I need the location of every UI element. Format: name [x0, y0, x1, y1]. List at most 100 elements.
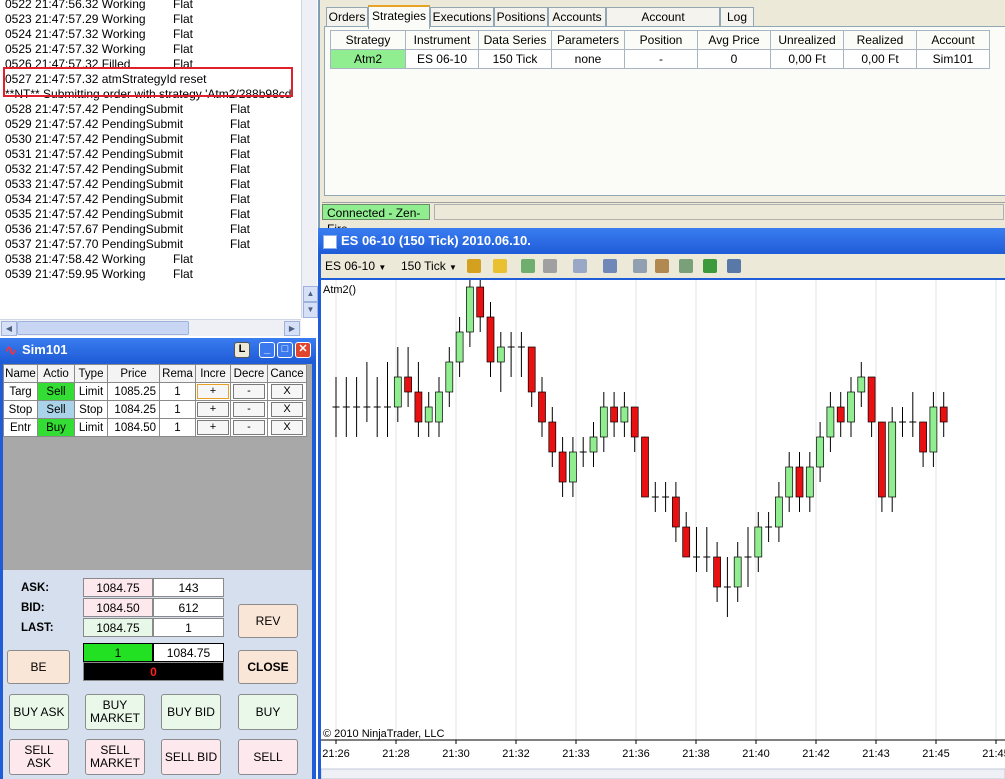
reverse-button[interactable]: REV [238, 604, 298, 638]
chart-title-bar[interactable]: ES 06-10 (150 Tick) 2010.06.10. [318, 228, 1005, 254]
scroll-right-icon[interactable]: ▶ [284, 321, 300, 336]
table-row[interactable]: Stop Sell Stop 1084.25 1 + - X [3, 400, 307, 419]
tab-log[interactable]: Log [720, 7, 754, 27]
zoom-in-icon[interactable] [521, 259, 535, 273]
col-remaining[interactable]: Rema [159, 364, 196, 383]
strategies-icon[interactable] [679, 259, 693, 273]
buy-ask-button[interactable]: BUY ASK [9, 694, 69, 730]
cell-position[interactable]: - [624, 49, 698, 69]
sell-bid-button[interactable]: SELL BID [161, 739, 221, 775]
breakeven-button[interactable]: BE [7, 650, 70, 684]
lock-button[interactable]: L [234, 342, 250, 358]
chart-scrollbar[interactable] [321, 768, 1005, 779]
log-hscroll-thumb[interactable] [17, 321, 189, 335]
sell-ask-button[interactable]: SELL ASK [9, 739, 69, 775]
cancel-order-button[interactable]: X [271, 420, 303, 435]
tab-accounts[interactable]: Accounts [548, 7, 606, 27]
tab-positions[interactable]: Positions [494, 7, 548, 27]
candle [703, 527, 711, 572]
dollar-icon[interactable] [703, 259, 717, 273]
log-vertical-scrollbar[interactable]: ▲ ▼ [301, 0, 318, 318]
tab-account-performance[interactable]: Account Performance [606, 7, 720, 42]
sell-market-button[interactable]: SELL MARKET [85, 739, 145, 775]
increase-button[interactable]: + [197, 420, 229, 435]
tab-orders[interactable]: Orders [326, 7, 368, 27]
candle [507, 332, 515, 377]
col-instrument[interactable]: Instrument [405, 30, 479, 50]
col-strategy[interactable]: Strategy [330, 30, 406, 50]
sell-button[interactable]: SELL [238, 739, 298, 775]
cell-parameters[interactable]: none [551, 49, 625, 69]
order-window-title-bar[interactable]: ∿ Sim101 L _ □ ✕ [0, 338, 316, 362]
log-line-text: 0523 21:47:57.29 Working [5, 12, 146, 26]
order-price[interactable]: 1084.25 [107, 400, 160, 419]
col-position[interactable]: Position [624, 30, 698, 50]
tab-executions[interactable]: Executions [430, 7, 494, 27]
decrease-button[interactable]: - [233, 384, 265, 399]
cancel-order-button[interactable]: X [271, 402, 303, 417]
order-remaining: 1 [159, 382, 196, 401]
cancel-order-button[interactable]: X [271, 384, 303, 399]
order-panel-icon[interactable] [727, 259, 741, 273]
maximize-button[interactable]: □ [277, 342, 293, 358]
pencil-icon[interactable] [493, 259, 507, 273]
scroll-up-icon[interactable]: ▲ [303, 286, 318, 302]
increase-button[interactable]: + [197, 384, 229, 399]
candle [878, 421, 886, 512]
order-price[interactable]: 1084.50 [107, 418, 160, 437]
series-selector[interactable]: 150 Tick ▼ [401, 254, 457, 278]
chart-area[interactable]: Atm2() © 2010 NinjaTrader, LLC 21:26 21:28 2… [321, 280, 1005, 779]
table-row[interactable]: Entr Buy Limit 1084.50 1 + - X [3, 418, 307, 437]
order-price[interactable]: 1085.25 [107, 382, 160, 401]
col-avg-price[interactable]: Avg Price [697, 30, 771, 50]
candle [857, 362, 866, 407]
properties-icon[interactable] [633, 259, 647, 273]
order-type: Limit [74, 382, 108, 401]
log-horizontal-scrollbar[interactable]: ◀ ▶ [0, 319, 301, 336]
col-parameters[interactable]: Parameters [551, 30, 625, 50]
cell-realized[interactable]: 0,00 Ft [843, 49, 917, 69]
cell-data-series[interactable]: 150 Tick [478, 49, 552, 69]
col-name[interactable]: Name [3, 364, 38, 383]
decrease-button[interactable]: - [233, 420, 265, 435]
cell-account[interactable]: Sim101 [916, 49, 990, 69]
candle [744, 527, 752, 587]
col-cancel[interactable]: Cance [267, 364, 307, 383]
col-type[interactable]: Type [74, 364, 108, 383]
col-account[interactable]: Account [916, 30, 990, 50]
indicators-icon[interactable] [655, 259, 669, 273]
col-decrease[interactable]: Decre [230, 364, 268, 383]
buy-bid-button[interactable]: BUY BID [161, 694, 221, 730]
col-unrealized[interactable]: Unrealized [770, 30, 844, 50]
candlestick-chart[interactable]: Atm2() © 2010 NinjaTrader, LLC 21:26 21:28 2… [321, 280, 1005, 779]
buy-button[interactable]: BUY [238, 694, 298, 730]
log-line-text: 0531 21:47:57.42 PendingSubmit [5, 147, 184, 161]
buy-market-button[interactable]: BUY MARKET [85, 694, 145, 730]
minimize-button[interactable]: _ [259, 342, 275, 358]
data-box-icon[interactable] [603, 259, 617, 273]
tab-strategies[interactable]: Strategies [368, 5, 430, 29]
col-price[interactable]: Price [107, 364, 160, 383]
cell-avg-price[interactable]: 0 [697, 49, 771, 69]
bar-type-icon[interactable] [467, 259, 481, 273]
instrument-selector[interactable]: ES 06-10 ▼ [325, 254, 386, 278]
close-button[interactable]: ✕ [295, 342, 311, 358]
col-realized[interactable]: Realized [843, 30, 917, 50]
col-increase[interactable]: Incre [195, 364, 231, 383]
table-row[interactable]: Targ Sell Limit 1085.25 1 + - X [3, 382, 307, 401]
table-row[interactable]: Atm2 ES 06-10 150 Tick none - 0 0,00 Ft … [330, 49, 990, 69]
cell-unrealized[interactable]: 0,00 Ft [770, 49, 844, 69]
cell-strategy[interactable]: Atm2 [330, 49, 406, 69]
increase-button[interactable]: + [197, 402, 229, 417]
decrease-button[interactable]: - [233, 402, 265, 417]
log-line-text: 0539 21:47:59.95 Working [5, 267, 146, 281]
zoom-out-icon[interactable] [543, 259, 557, 273]
chart-window-icon [323, 235, 337, 249]
close-position-button[interactable]: CLOSE [238, 650, 298, 684]
col-action[interactable]: Actio [37, 364, 75, 383]
cursor-icon[interactable] [573, 259, 587, 273]
cell-instrument[interactable]: ES 06-10 [405, 49, 479, 69]
scroll-down-icon[interactable]: ▼ [303, 302, 318, 318]
scroll-left-icon[interactable]: ◀ [1, 321, 17, 336]
col-data-series[interactable]: Data Series [478, 30, 552, 50]
